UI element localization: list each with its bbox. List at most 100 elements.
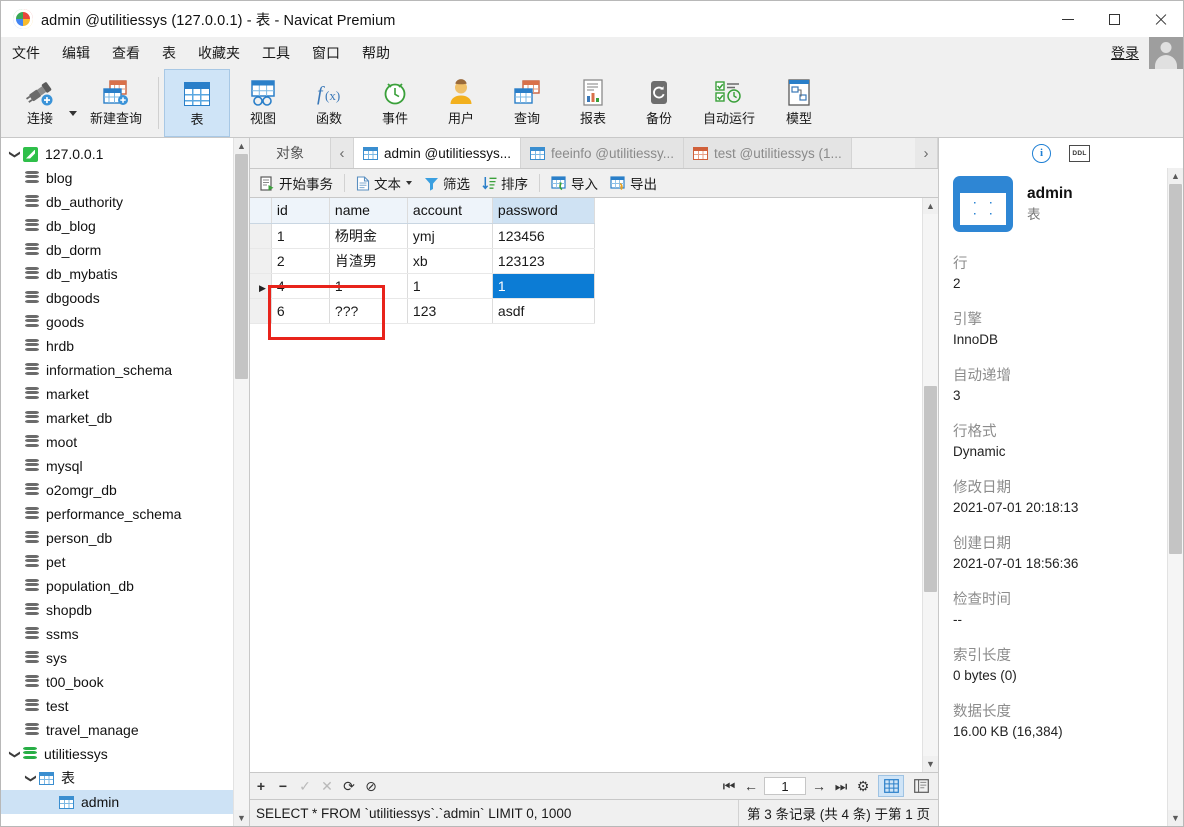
tree-node-database[interactable]: hrdb: [1, 334, 233, 358]
toolbar-event[interactable]: 事件: [362, 69, 428, 137]
cell-id[interactable]: 2: [271, 248, 330, 274]
chevron-down-icon[interactable]: [69, 110, 77, 116]
tree-node-database[interactable]: db_blog: [1, 214, 233, 238]
cell-id[interactable]: 4: [271, 273, 330, 299]
menu-edit[interactable]: 编辑: [51, 37, 101, 69]
row-marker[interactable]: [250, 223, 272, 249]
toolbar-report[interactable]: 报表: [560, 69, 626, 137]
cell-name[interactable]: 1: [329, 273, 408, 299]
menu-file[interactable]: 文件: [1, 37, 51, 69]
toolbar-view[interactable]: 视图: [230, 69, 296, 137]
sort-button[interactable]: 排序: [476, 171, 534, 195]
tree-node-database[interactable]: travel_manage: [1, 718, 233, 742]
table-row[interactable]: 6??? 123 asdf: [250, 298, 595, 324]
tree-node-database[interactable]: population_db: [1, 574, 233, 598]
cell-account[interactable]: 123: [407, 298, 493, 324]
data-grid-scroll[interactable]: id name account password 1 杨明金 ymj 123456 2 肖…: [250, 198, 922, 772]
toolbar-query[interactable]: 查询: [494, 69, 560, 137]
row-marker[interactable]: [250, 298, 272, 324]
tree-node-database[interactable]: pet: [1, 550, 233, 574]
first-page-button[interactable]: ⏮: [718, 775, 740, 797]
tree-node-database[interactable]: mysql: [1, 454, 233, 478]
add-record-button[interactable]: +: [250, 775, 272, 797]
info-scrollbar[interactable]: ▲ ▼: [1167, 168, 1183, 826]
delete-record-button[interactable]: −: [272, 775, 294, 797]
tree-node-database[interactable]: ssms: [1, 622, 233, 646]
cell-name[interactable]: 杨明金: [329, 223, 408, 249]
tree-node-tables-folder[interactable]: ❯ 表: [1, 766, 233, 790]
tab-admin[interactable]: admin @utilitiessys...: [354, 138, 521, 168]
cell-id[interactable]: 1: [271, 223, 330, 249]
toolbar-function[interactable]: f (x) 函数: [296, 69, 362, 137]
stop-button[interactable]: ⊘: [360, 775, 382, 797]
filter-button[interactable]: 筛选: [418, 171, 476, 195]
scroll-up-icon[interactable]: ▲: [234, 138, 249, 154]
grid-scroll-thumb[interactable]: [924, 386, 937, 592]
tree-node-database[interactable]: blog: [1, 166, 233, 190]
menu-favorites[interactable]: 收藏夹: [187, 37, 251, 69]
menu-window[interactable]: 窗口: [301, 37, 351, 69]
grid-scrollbar[interactable]: ▲ ▼: [922, 198, 938, 772]
table-row[interactable]: ▶ 4 1 1 1: [250, 273, 595, 299]
chevron-down-icon[interactable]: ❯: [9, 146, 22, 162]
toolbar-table[interactable]: 表: [164, 69, 230, 137]
import-button[interactable]: 导入: [545, 171, 604, 195]
menu-help[interactable]: 帮助: [351, 37, 401, 69]
data-grid[interactable]: id name account password 1 杨明金 ymj 123456 2 肖…: [250, 198, 595, 324]
chevron-down-icon[interactable]: ❯: [9, 746, 22, 762]
column-header-name[interactable]: name: [329, 198, 408, 224]
tree-node-database[interactable]: o2omgr_db: [1, 478, 233, 502]
chevron-down-icon[interactable]: [406, 181, 412, 185]
tree-node-database[interactable]: moot: [1, 430, 233, 454]
row-marker[interactable]: [250, 248, 272, 274]
tree-node-utilitiessys[interactable]: ❯ utilitiessys: [1, 742, 233, 766]
tree-scroll-thumb[interactable]: [235, 154, 248, 379]
info-scroll-track[interactable]: [1168, 184, 1183, 810]
page-number-input[interactable]: 1: [764, 777, 806, 795]
scroll-up-icon[interactable]: ▲: [923, 198, 938, 214]
tree-node-database[interactable]: information_schema: [1, 358, 233, 382]
chevron-down-icon[interactable]: ❯: [25, 770, 38, 786]
tree-node-database[interactable]: db_mybatis: [1, 262, 233, 286]
tree-node-database[interactable]: performance_schema: [1, 502, 233, 526]
grid-view-toggle[interactable]: [878, 775, 904, 797]
tree-node-database[interactable]: goods: [1, 310, 233, 334]
scroll-down-icon[interactable]: ▼: [234, 810, 249, 826]
column-header-account[interactable]: account: [407, 198, 493, 224]
grid-scroll-track[interactable]: [923, 214, 938, 756]
avatar[interactable]: [1149, 37, 1183, 69]
cell-name[interactable]: 肖渣男: [329, 248, 408, 274]
column-header-password[interactable]: password: [492, 198, 595, 224]
scroll-up-icon[interactable]: ▲: [1168, 168, 1183, 184]
table-row[interactable]: 2 肖渣男 xb 123123: [250, 248, 595, 274]
tree-node-database[interactable]: test: [1, 694, 233, 718]
tree-node-database[interactable]: market_db: [1, 406, 233, 430]
info-scroll-thumb[interactable]: [1169, 184, 1182, 554]
cell-password[interactable]: asdf: [492, 298, 595, 324]
last-page-button[interactable]: ⏭: [830, 775, 852, 797]
cell-id[interactable]: 6: [271, 298, 330, 324]
prev-page-button[interactable]: ←: [740, 775, 762, 797]
refresh-button[interactable]: ⟳: [338, 775, 360, 797]
scroll-down-icon[interactable]: ▼: [923, 756, 938, 772]
settings-button[interactable]: ⚙: [852, 775, 874, 797]
tab-test[interactable]: test @utilitiessys (1...: [684, 138, 852, 168]
menu-view[interactable]: 查看: [101, 37, 151, 69]
tree-scroll-track[interactable]: [234, 154, 249, 810]
tab-next-button[interactable]: ›: [915, 138, 938, 168]
cell-name[interactable]: ???: [329, 298, 408, 324]
ddl-icon[interactable]: DDL: [1069, 144, 1090, 162]
menu-tools[interactable]: 工具: [251, 37, 301, 69]
cell-password[interactable]: 1: [492, 273, 595, 299]
text-button[interactable]: 文本: [350, 171, 418, 195]
toolbar-backup[interactable]: 备份: [626, 69, 692, 137]
apply-changes-button[interactable]: ✓: [294, 775, 316, 797]
toolbar-user[interactable]: 用户: [428, 69, 494, 137]
column-header-id[interactable]: id: [271, 198, 330, 224]
tree-node-database[interactable]: dbgoods: [1, 286, 233, 310]
toolbar-automation[interactable]: 自动运行: [692, 69, 766, 137]
toolbar-connection[interactable]: 连接: [7, 69, 73, 137]
maximize-button[interactable]: [1091, 1, 1137, 37]
begin-transaction-button[interactable]: 开始事务: [254, 171, 339, 195]
toolbar-model[interactable]: 模型: [766, 69, 832, 137]
